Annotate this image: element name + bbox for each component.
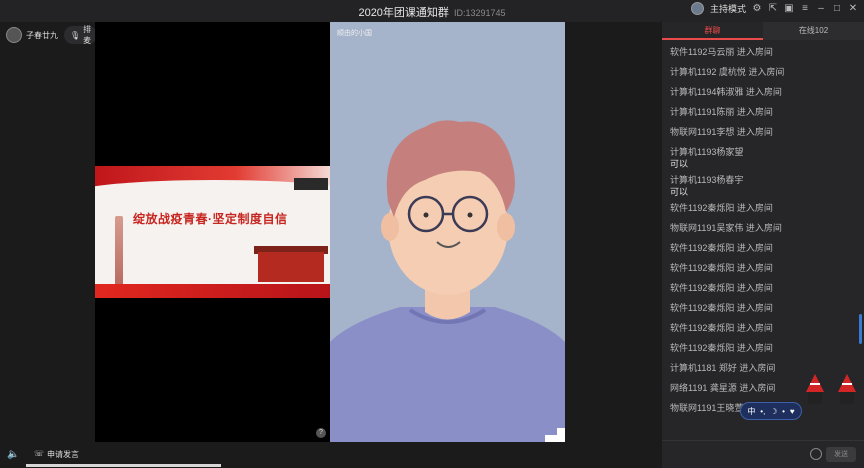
chat-message-text: 计算机1193杨家望 [670, 147, 744, 157]
chat-message: 计算机1181 郑好 进入房间 [670, 362, 856, 374]
chat-message-text: 软件1192秦烁阳 进入房间 [670, 203, 773, 213]
ime-language[interactable]: 中 [747, 406, 755, 417]
chat-message-text: 计算机1191陈丽 进入房间 [670, 107, 773, 117]
slide-logo [294, 178, 328, 190]
chat-message-text: 网络1191 龚星源 进入房间 [670, 383, 776, 393]
chat-message-text: 计算机1192 虞杭悦 进入房间 [670, 67, 785, 77]
title-bar: 2020年团课通知群 ID:13291745 主持模式 ⚙ ⇱ ▣ ≡ – □ … [0, 0, 864, 22]
host-mode-label[interactable]: 主持模式 [710, 2, 746, 15]
slide-gate-image [258, 252, 324, 282]
screen-share-stage[interactable]: 绽放战疫青春·坚定制度自信 ? [95, 22, 330, 442]
menu-icon[interactable]: ≡ [800, 3, 810, 14]
share-icon[interactable]: ⇱ [768, 3, 778, 14]
titlebar-controls: 主持模式 ⚙ ⇱ ▣ ≡ – □ ✕ [690, 2, 858, 15]
chat-message: 软件1192秦烁阳 进入房间 [670, 282, 856, 294]
slide-title: 绽放战疫青春·坚定制度自信 [133, 212, 288, 226]
group-id: ID:13291745 [454, 8, 506, 18]
presentation-slide: 绽放战疫青春·坚定制度自信 [95, 166, 330, 298]
avatar [6, 27, 22, 43]
chat-tabs: 群聊 在线102 [662, 22, 864, 40]
chat-message: 计算机1192 虞杭悦 进入房间 [670, 66, 856, 78]
chat-message-text: 计算机1181 郑好 进入房间 [670, 363, 776, 373]
apply-speak-label: 申请发言 [47, 450, 80, 459]
mascot-right-icon [838, 374, 856, 404]
chat-message-text: 软件1192秦烁阳 进入房间 [670, 343, 773, 353]
chat-message-list[interactable]: 软件1192马云丽 进入房间计算机1192 虞杭悦 进入房间 计算机1194韩淑雅… [670, 46, 856, 422]
chat-message-text: 物联网1191李想 进入房间 [670, 127, 773, 137]
chat-scrollbar[interactable] [859, 314, 862, 344]
settings-icon[interactable]: ⚙ [752, 3, 762, 14]
video-feed[interactable]: 顺由的小国 [330, 22, 565, 442]
chat-input-bar: 发送 [662, 440, 864, 468]
chat-message: 计算机1191陈丽 进入房间 [670, 106, 856, 118]
host-user-name: 子春廿九 [26, 30, 58, 40]
chat-message-reply: 可以 [670, 159, 689, 169]
slide-red-footer [95, 284, 330, 298]
chat-message-text: 软件1192秦烁阳 进入房间 [670, 263, 773, 273]
chat-message-text: 软件1192马云丽 进入房间 [670, 47, 773, 57]
group-name: 2020年团课通知群 [358, 7, 449, 19]
left-column: 子春廿九 🎙 排麦 [0, 22, 98, 442]
avatar-illustration [330, 120, 565, 442]
mic-queue-label: 排麦 [83, 25, 92, 45]
mic-icon: 🎙 [70, 30, 81, 40]
slide-pillar-image [115, 216, 123, 286]
help-icon[interactable]: ? [316, 428, 326, 438]
chat-message: 物联网1191吴家伟 进入房间 [670, 222, 856, 234]
chat-message-text: 计算机1194韩淑雅 进入房间 [670, 87, 782, 97]
mascot-left-icon [806, 374, 824, 404]
mic-queue-button[interactable]: 🎙 排麦 [64, 25, 98, 45]
chat-message-text: 计算机1193杨春宇 [670, 175, 744, 185]
ime-moon-icon[interactable]: ☽ [770, 407, 777, 416]
tab-group-chat[interactable]: 群聊 [662, 22, 763, 40]
chat-message: 物联网1191李想 进入房间 [670, 126, 856, 138]
chat-message-text: 软件1192秦烁阳 进入房间 [670, 283, 773, 293]
chat-message: 网络1191 龚星源 进入房间 [670, 382, 856, 394]
tab-online[interactable]: 在线102 [763, 22, 864, 40]
host-avatar[interactable] [690, 2, 704, 15]
send-button[interactable]: 发送 [826, 447, 856, 462]
ime-punct-icon[interactable]: •, [760, 407, 765, 416]
chat-message: 软件1192秦烁阳 进入房间 [670, 322, 856, 334]
ime-dot-icon[interactable]: • [782, 407, 785, 416]
minimize-icon[interactable]: – [816, 3, 826, 14]
chat-message: 计算机1193杨家望 可以 [670, 146, 856, 170]
apply-speak-button[interactable]: ☏ 申请发言 [34, 449, 79, 460]
ime-heart-icon[interactable]: ♥ [790, 407, 795, 416]
chat-message: 软件1192秦烁阳 进入房间 [670, 242, 856, 254]
chat-message-text: 软件1192秦烁阳 进入房间 [670, 243, 773, 253]
host-user[interactable]: 子春廿九 [6, 27, 58, 43]
ime-toolbar[interactable]: 中 •, ☽ • ♥ [740, 402, 802, 420]
chat-message-reply: 可以 [670, 187, 689, 197]
corner-marker [545, 428, 565, 442]
chat-message: 计算机1194韩淑雅 进入房间 [670, 86, 856, 98]
maximize-icon[interactable]: □ [832, 3, 842, 14]
speaker-icon[interactable]: 🔈 [7, 449, 19, 460]
chat-message-text: 软件1192秦烁阳 进入房间 [670, 323, 773, 333]
skin-icon[interactable]: ▣ [784, 3, 794, 14]
chat-message-text: 物联网1191吴家伟 进入房间 [670, 223, 782, 233]
progress-strip [26, 464, 221, 467]
chat-message: 软件1192马云丽 进入房间 [670, 46, 856, 58]
chat-message-text: 软件1192秦烁阳 进入房间 [670, 303, 773, 313]
close-icon[interactable]: ✕ [848, 3, 858, 14]
chat-message: 软件1192秦烁阳 进入房间 [670, 302, 856, 314]
chat-message: 软件1192秦烁阳 进入房间 [670, 262, 856, 274]
chat-message: 软件1192秦烁阳 进入房间 [670, 342, 856, 354]
chat-message: 软件1192秦烁阳 进入房间 [670, 202, 856, 214]
phone-icon: ☏ [34, 449, 45, 458]
emoji-icon[interactable] [810, 448, 822, 460]
chat-message: 计算机1193杨春宇 可以 [670, 174, 856, 198]
